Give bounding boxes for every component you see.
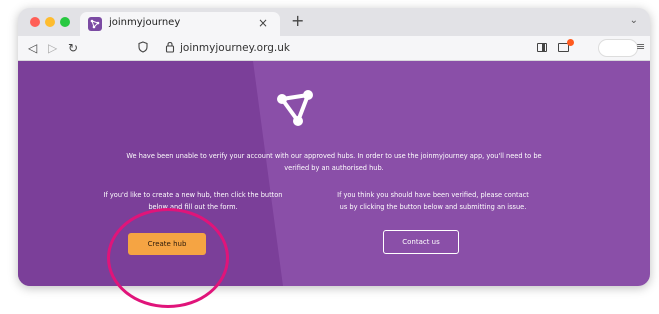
reload-icon[interactable]: ↻ — [68, 40, 78, 56]
profile-button[interactable] — [598, 39, 638, 57]
contact-us-button[interactable]: Contact us — [383, 230, 459, 254]
extension-badge-icon — [567, 39, 574, 46]
right-line-1: If you think you should have been verifi… — [337, 191, 529, 199]
forward-icon[interactable]: ▷ — [48, 40, 57, 56]
tab-close-icon[interactable]: × — [258, 16, 268, 30]
tab-bar: joinmyjourney × + ⌄ — [18, 8, 650, 36]
highlight-circle — [107, 208, 229, 308]
tab-title: joinmyjourney — [109, 17, 181, 28]
maximize-window-button[interactable] — [60, 17, 70, 27]
address-bar[interactable]: joinmyjourney.org.uk — [180, 42, 290, 54]
left-line-1: If you'd like to create a new hub, then … — [103, 191, 283, 199]
lock-icon — [165, 41, 175, 53]
verification-message: We have been unable to verify your accou… — [38, 150, 630, 174]
close-window-button[interactable] — [30, 17, 40, 27]
back-icon[interactable]: ◁ — [28, 40, 37, 56]
joinmyjourney-logo-icon — [277, 90, 313, 126]
browser-toolbar: ◁ ▷ ↻ joinmyjourney.org.uk ≡ — [18, 36, 650, 61]
menu-icon[interactable]: ≡ — [636, 40, 645, 53]
contact-instructions: If you think you should have been verifi… — [298, 189, 568, 213]
sidebar-icon[interactable] — [537, 43, 547, 52]
joinmyjourney-favicon-icon — [88, 17, 102, 31]
tab-list-chevron-icon[interactable]: ⌄ — [630, 15, 638, 26]
intro-line-2: verified by an authorised hub. — [284, 164, 384, 172]
intro-line-1: We have been unable to verify your accou… — [126, 152, 542, 160]
minimize-window-button[interactable] — [45, 17, 55, 27]
left-line-2: below and fill out the form. — [148, 203, 238, 211]
browser-tab[interactable]: joinmyjourney × — [80, 12, 280, 36]
create-hub-instructions: If you'd like to create a new hub, then … — [58, 189, 328, 213]
new-tab-button[interactable]: + — [291, 12, 304, 30]
right-line-2: us by clicking the button below and subm… — [339, 203, 527, 211]
shield-icon[interactable] — [138, 41, 148, 53]
